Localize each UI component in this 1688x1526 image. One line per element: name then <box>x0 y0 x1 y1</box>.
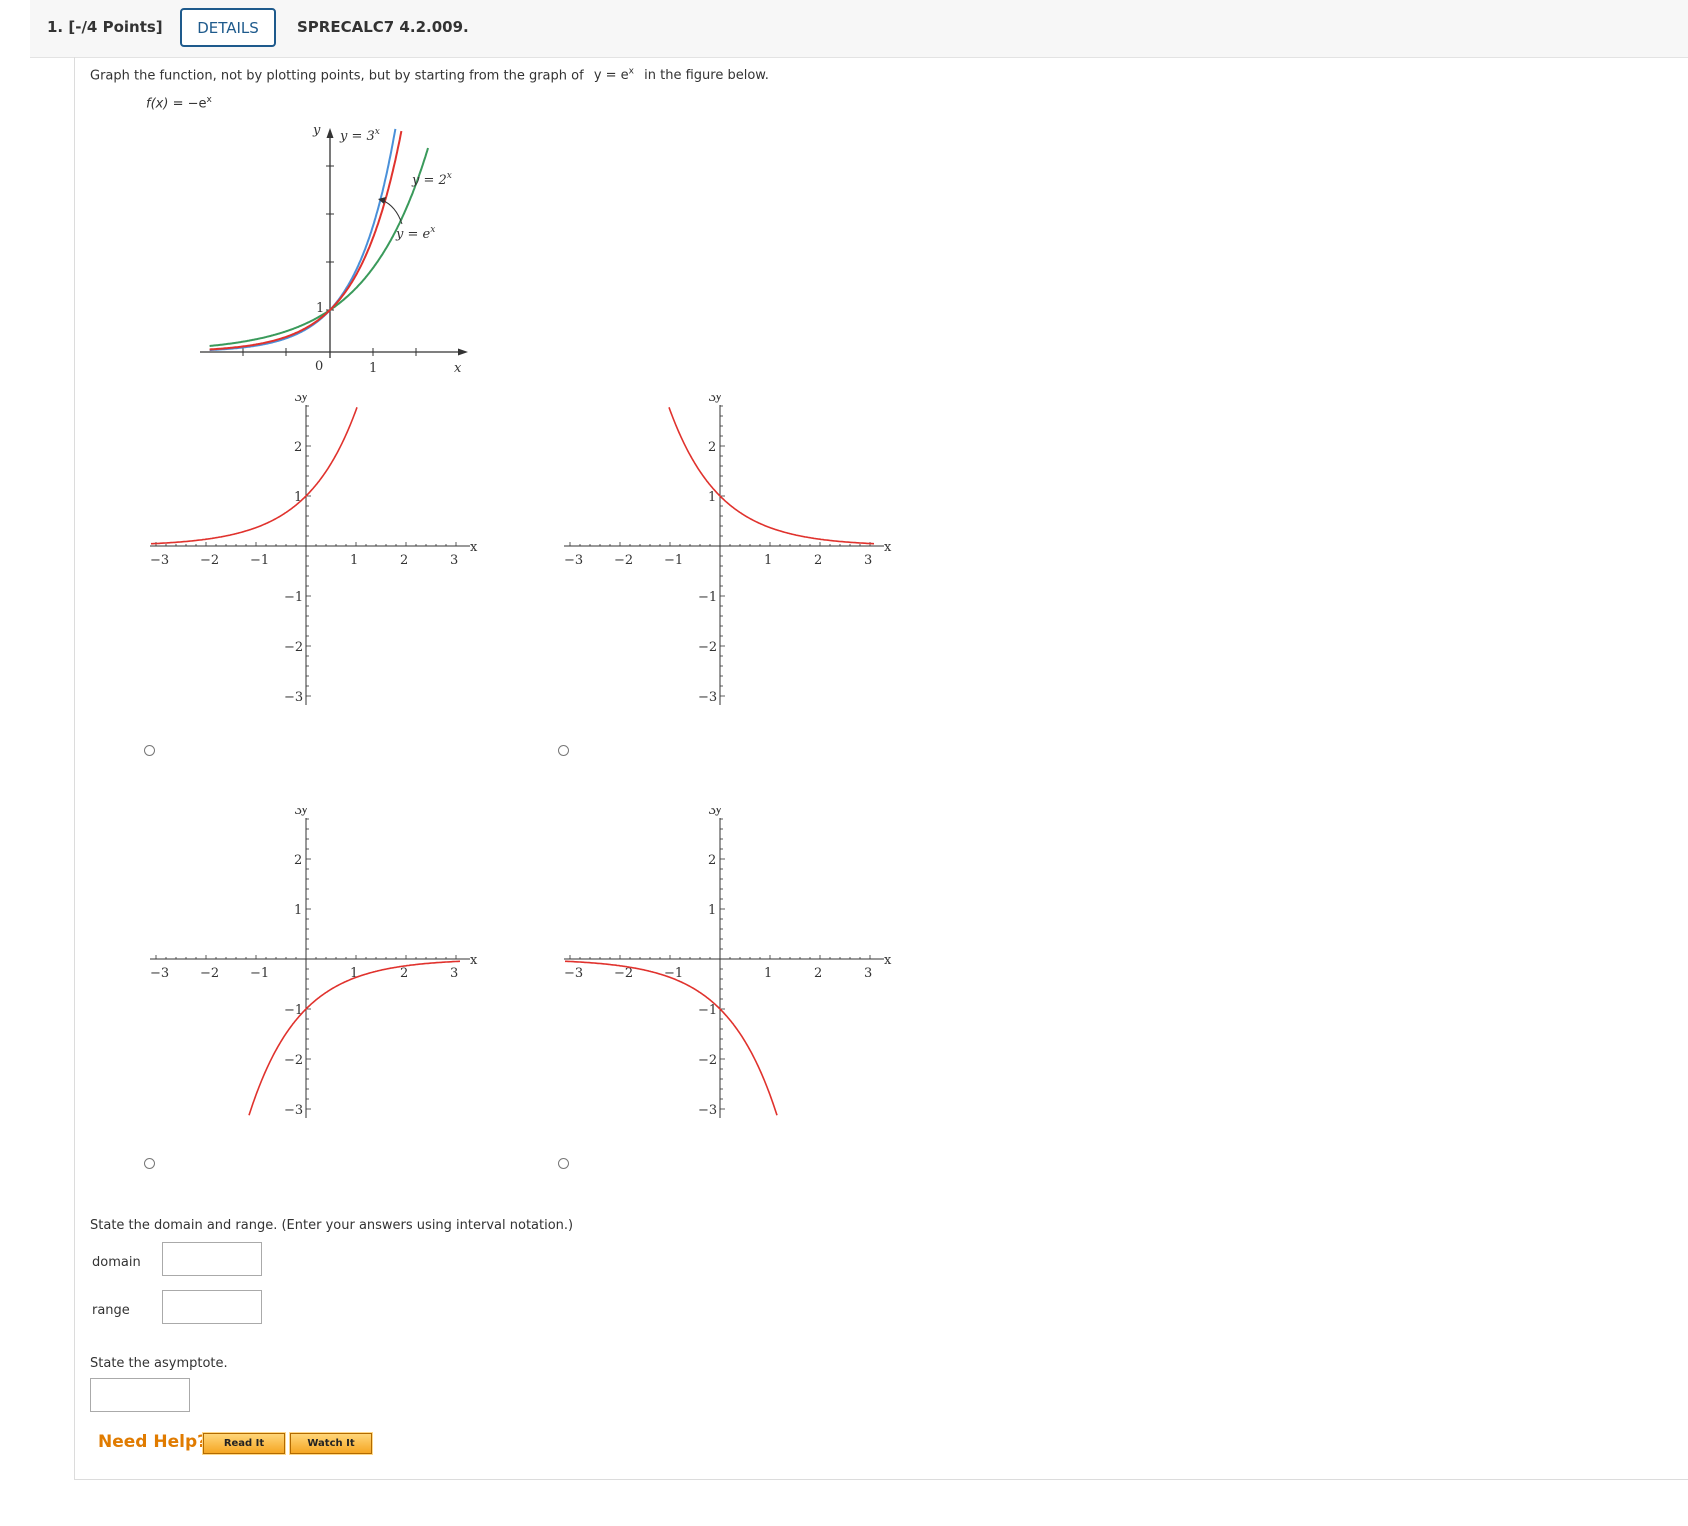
choice-y-tick-label: −3 <box>284 690 303 705</box>
choice-y-tick-label: 2 <box>708 440 716 455</box>
choice-y-tick-label: −2 <box>284 640 303 655</box>
reference-function-exponent: x <box>628 67 634 77</box>
choice-y-tick-label: −2 <box>698 1053 717 1068</box>
domain-input[interactable] <box>162 1242 262 1276</box>
choice-x-tick-label: −1 <box>250 966 269 981</box>
choice-x-tick-label: 2 <box>400 966 408 981</box>
choice-x-tick-label: −2 <box>614 966 633 981</box>
choice-y-tick-label: −3 <box>284 1103 303 1118</box>
choice-graph-3: −3 −2 −1 1 2 3321−1−2−3xy <box>150 808 478 1118</box>
ref-y-label: y <box>312 123 321 138</box>
choice-y-tick-label: −1 <box>284 590 303 605</box>
choice-x-tick-label: 2 <box>400 553 408 568</box>
function-definition: f(x) = −ex <box>146 95 212 111</box>
curve-base-e <box>209 130 403 351</box>
choice-y-label: y <box>300 395 309 404</box>
choice-x-tick-label: 1 <box>350 553 358 568</box>
label-base-e: y = ex <box>395 225 435 242</box>
choice-x-tick-label: −3 <box>564 553 583 568</box>
ref-origin-label: 0 <box>315 359 323 374</box>
choice-y-tick-label: −2 <box>698 640 717 655</box>
need-help-label: Need Help? <box>98 1432 207 1452</box>
question-header: 1. [-/4 Points] DETAILS SPRECALC7 4.2.00… <box>30 0 1688 58</box>
range-input[interactable] <box>162 1290 262 1324</box>
question-number: 1. [-/4 Points] <box>47 18 163 36</box>
choice-x-tick-label: −3 <box>150 553 169 568</box>
choice-x-tick-label: 3 <box>864 553 872 568</box>
choice-x-tick-label: −2 <box>614 553 633 568</box>
question-number-text: 1. <box>47 18 64 36</box>
asymptote-instruction: State the asymptote. <box>90 1356 228 1371</box>
asymptote-input[interactable] <box>90 1378 190 1412</box>
choice-y-tick-label: 1 <box>708 490 716 505</box>
choice-x-tick-label: 1 <box>764 553 772 568</box>
choice-x-tick-label: −2 <box>200 966 219 981</box>
reference-function: y = ex <box>593 67 634 84</box>
choice-y-tick-label: 2 <box>708 853 716 868</box>
domain-label: domain <box>92 1255 141 1270</box>
choice-y-label: y <box>714 808 723 817</box>
prompt-after: in the figure below. <box>644 68 769 84</box>
choice-y-tick-label: 1 <box>708 903 716 918</box>
choice-x-tick-label: 2 <box>814 966 822 981</box>
ref-x-arrow <box>458 348 468 356</box>
prompt-text: Graph the function, not by plotting poin… <box>90 67 769 83</box>
choice-y-tick-label: −1 <box>698 1003 717 1018</box>
choice-curve <box>151 407 358 545</box>
watch-it-button[interactable]: Watch It <box>289 1432 373 1455</box>
ref-y-arrow <box>326 128 334 138</box>
question-id: SPRECALC7 4.2.009. <box>297 18 469 36</box>
choice-y-tick-label: −3 <box>698 690 717 705</box>
function-exponent: x <box>206 95 212 105</box>
choice-x-label: x <box>884 953 892 968</box>
choice-x-tick-label: 3 <box>864 966 872 981</box>
choice-y-tick-label: −1 <box>698 590 717 605</box>
choice-x-tick-label: 2 <box>814 553 822 568</box>
curve-base3 <box>209 128 397 352</box>
details-button[interactable]: DETAILS <box>180 8 276 47</box>
choice-graph-1: −3 −2 −1 1 2 3321−1−2−3xy <box>150 395 478 705</box>
reference-function-base: y = e <box>593 68 629 84</box>
choice-x-tick-label: 3 <box>450 966 458 981</box>
choice-x-tick-label: −1 <box>664 553 683 568</box>
choice-x-label: x <box>470 953 478 968</box>
choice-x-tick-label: −2 <box>200 553 219 568</box>
choice-y-tick-label: 1 <box>294 903 302 918</box>
choice-radio-3[interactable] <box>144 1158 155 1169</box>
ref-x-tick-label: 1 <box>369 361 377 376</box>
function-name: f(x) <box>146 96 169 112</box>
reference-graph: y x 0 1 1 y = 3x y = 2x y = ex <box>200 123 468 376</box>
curve-base2 <box>209 147 429 347</box>
choice-x-tick-label: −3 <box>564 966 583 981</box>
choice-y-tick-label: 2 <box>294 853 302 868</box>
choice-curve <box>668 407 874 545</box>
choice-radio-1[interactable] <box>144 745 155 756</box>
choice-x-tick-label: −1 <box>250 553 269 568</box>
choice-radio-4[interactable] <box>558 1158 569 1169</box>
choice-curve <box>248 960 460 1116</box>
choice-radio-2[interactable] <box>558 745 569 756</box>
range-label: range <box>92 1303 130 1318</box>
points-label: [-/4 Points] <box>68 18 163 36</box>
choice-graph-4: −3 −2 −1 1 2 3321−1−2−3xy <box>564 808 892 1118</box>
choice-y-label: y <box>714 395 723 404</box>
choice-y-label: y <box>300 808 309 817</box>
label-base3: y = 3x <box>339 127 380 144</box>
choice-y-tick-label: 2 <box>294 440 302 455</box>
choice-y-tick-label: −2 <box>284 1053 303 1068</box>
choice-x-tick-label: 1 <box>764 966 772 981</box>
ref-x-label: x <box>454 361 462 376</box>
label-base2: y = 2x <box>411 171 452 188</box>
prompt-before: Graph the function, not by plotting poin… <box>90 68 584 84</box>
choice-x-tick-label: −3 <box>150 966 169 981</box>
read-it-button[interactable]: Read It <box>202 1432 286 1455</box>
choice-graph-2: −3 −2 −1 1 2 3321−1−2−3xy <box>564 395 892 705</box>
choice-curve <box>565 960 778 1116</box>
choice-x-tick-label: 3 <box>450 553 458 568</box>
domain-range-instruction: State the domain and range. (Enter your … <box>90 1218 574 1233</box>
choice-x-label: x <box>470 540 478 555</box>
choice-x-label: x <box>884 540 892 555</box>
choice-y-tick-label: −3 <box>698 1103 717 1118</box>
function-rhs: = −e <box>172 96 207 112</box>
